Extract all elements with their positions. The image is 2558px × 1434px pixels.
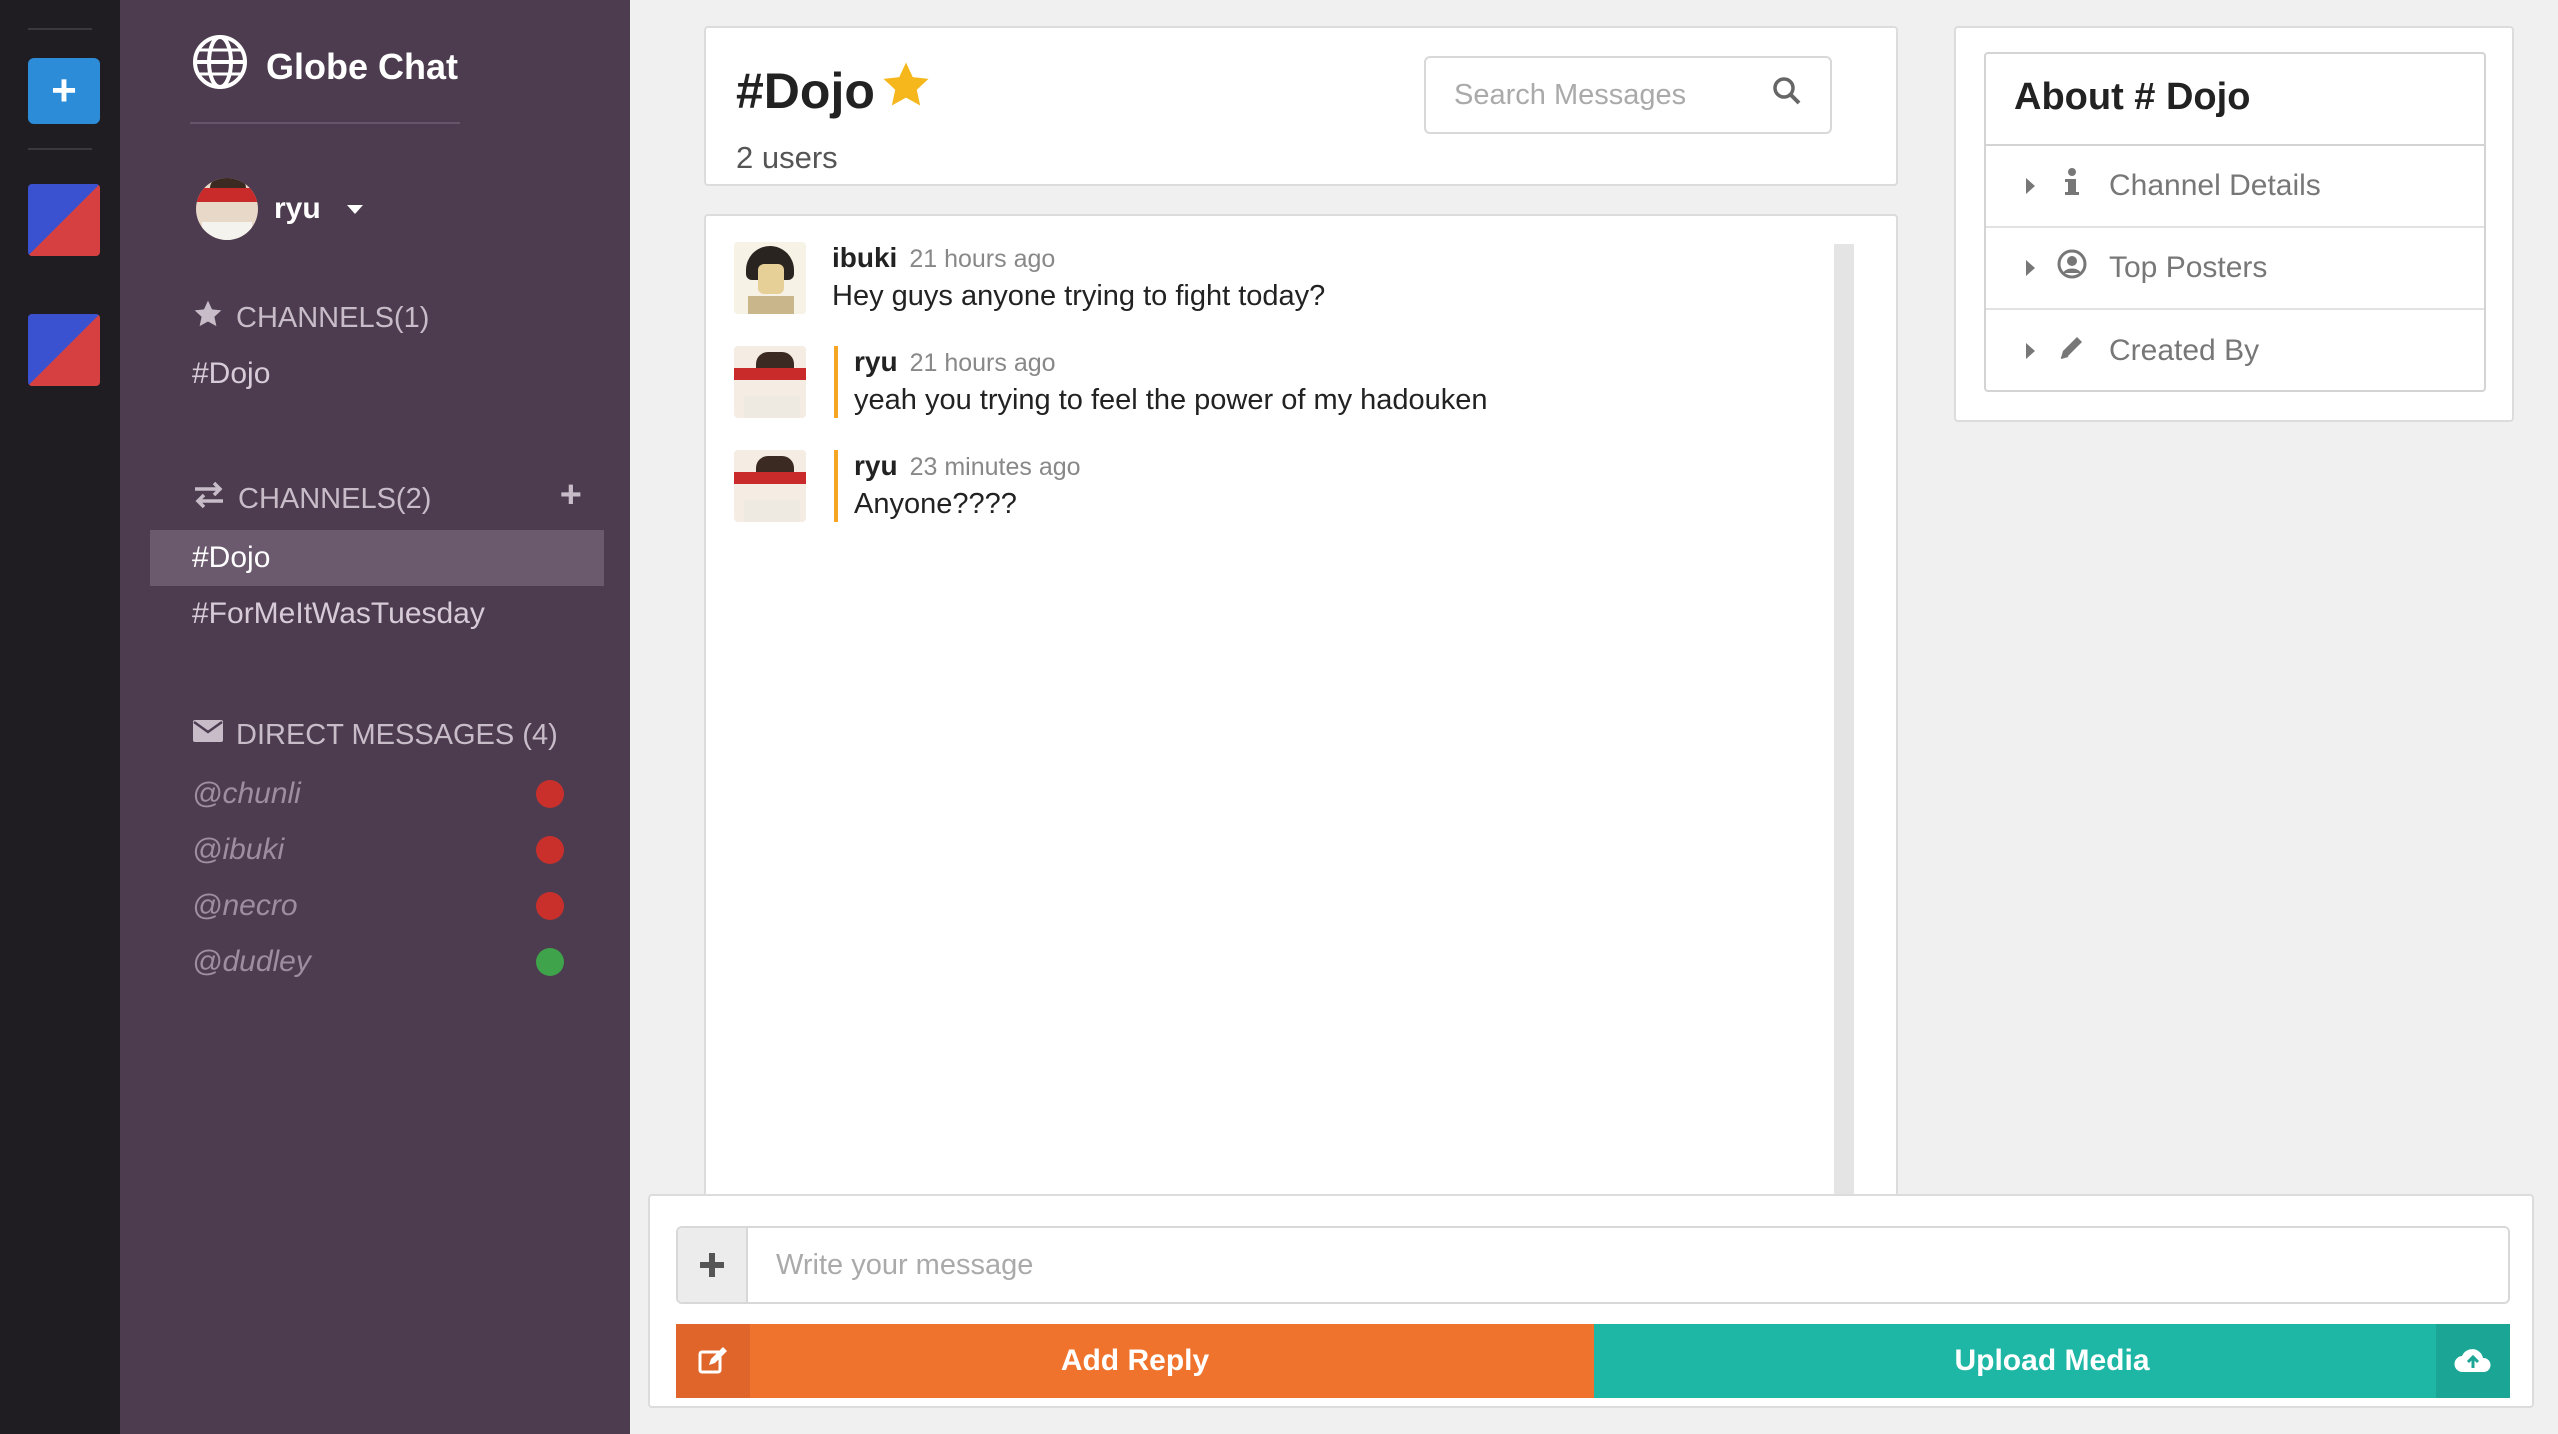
search-icon[interactable] xyxy=(1772,76,1802,114)
sidebar-item-label: #ForMeItWasTuesday xyxy=(192,597,485,630)
user-count: 2 users xyxy=(736,140,838,175)
dm-item-ibuki[interactable]: @ibuki xyxy=(150,822,604,878)
dm-item-chunli[interactable]: @chunli xyxy=(150,766,604,822)
avatar xyxy=(196,178,258,240)
message-timestamp: 21 hours ago xyxy=(909,245,1056,273)
user-circle-icon xyxy=(2057,249,2087,287)
message-author[interactable]: ryu xyxy=(854,450,898,482)
about-panel: About # Dojo Channel Details Top Posters… xyxy=(1954,26,2514,422)
user-menu[interactable]: ryu xyxy=(196,178,363,240)
pencil-icon xyxy=(2057,332,2087,370)
add-reply-button[interactable]: Add Reply xyxy=(676,1324,1594,1398)
channels-header: CHANNELS(2) + xyxy=(192,474,582,518)
sidebar-item-formeitwastuesday[interactable]: #ForMeItWasTuesday xyxy=(150,586,604,642)
add-reply-label: Add Reply xyxy=(1060,1344,1210,1377)
accordion-label: Top Posters xyxy=(2109,251,2268,284)
divider xyxy=(190,122,460,124)
info-icon xyxy=(2057,167,2087,205)
status-dot-offline xyxy=(536,892,564,920)
caret-right-icon xyxy=(2026,343,2035,359)
status-dot-offline xyxy=(536,780,564,808)
rail-divider xyxy=(28,28,92,30)
sidebar-item-label: #Dojo xyxy=(192,357,271,390)
cloud-upload-icon xyxy=(2436,1324,2510,1398)
message-author[interactable]: ibuki xyxy=(832,242,897,274)
edit-icon xyxy=(676,1324,750,1398)
brand-name: Globe Chat xyxy=(266,45,459,87)
sidebar: Globe Chat ryu CHANNELS(1) #Dojo CHANNEL… xyxy=(120,0,630,1434)
about-title: About # Dojo xyxy=(1986,54,2484,146)
add-team-button[interactable]: + xyxy=(28,58,100,124)
status-dot-offline xyxy=(536,836,564,864)
message-text: Anyone???? xyxy=(854,488,1017,520)
dm-label: @dudley xyxy=(192,945,311,978)
brand: Globe Chat xyxy=(192,34,458,99)
dm-label: @chunli xyxy=(192,777,301,810)
message: ryu 21 hours ago yeah you trying to feel… xyxy=(734,346,1488,418)
star-icon[interactable] xyxy=(879,58,933,124)
avatar xyxy=(734,242,806,314)
messages-panel: ibuki 21 hours ago Hey guys anyone tryin… xyxy=(704,214,1898,1224)
message-input[interactable] xyxy=(748,1228,2508,1302)
direct-messages-label: DIRECT MESSAGES (4) xyxy=(236,718,558,751)
message: ibuki 21 hours ago Hey guys anyone tryin… xyxy=(734,242,1325,314)
status-dot-online xyxy=(536,948,564,976)
direct-messages-header: DIRECT MESSAGES (4) xyxy=(192,718,582,752)
rail-divider xyxy=(28,148,92,150)
dm-label: @necro xyxy=(192,889,298,922)
upload-media-label: Upload Media xyxy=(1954,1344,2150,1377)
accordion-label: Channel Details xyxy=(2109,169,2321,202)
scrollbar[interactable] xyxy=(1834,244,1854,1224)
team-icon[interactable] xyxy=(28,314,100,386)
avatar xyxy=(734,450,806,522)
exchange-icon xyxy=(192,480,226,518)
sidebar-item-dojo[interactable]: #Dojo xyxy=(150,530,604,586)
team-icon[interactable] xyxy=(28,184,100,256)
globe-icon xyxy=(192,34,248,99)
accordion-channel-details[interactable]: Channel Details xyxy=(1986,146,2484,228)
dm-item-necro[interactable]: @necro xyxy=(150,878,604,934)
accordion-created-by[interactable]: Created By xyxy=(1986,310,2484,392)
message-text: Hey guys anyone trying to fight today? xyxy=(832,280,1326,312)
message-timestamp: 21 hours ago xyxy=(909,349,1056,377)
caret-right-icon xyxy=(2026,178,2035,194)
search-box[interactable] xyxy=(1424,56,1832,134)
sidebar-item-starred-dojo[interactable]: #Dojo xyxy=(150,346,604,402)
dm-item-dudley[interactable]: @dudley xyxy=(150,934,604,990)
channels-label: CHANNELS(2) xyxy=(238,482,432,515)
accordion-top-posters[interactable]: Top Posters xyxy=(1986,228,2484,310)
accordion-label: Created By xyxy=(2109,334,2260,367)
caret-right-icon xyxy=(2026,260,2035,276)
message-composer: Add Reply Upload Media xyxy=(648,1194,2534,1408)
channel-name: #Dojo xyxy=(736,63,875,119)
starred-channels-label: CHANNELS(1) xyxy=(236,301,430,334)
add-attachment-button[interactable] xyxy=(678,1228,748,1302)
message-timestamp: 23 minutes ago xyxy=(909,453,1081,481)
dm-label: @ibuki xyxy=(192,833,285,866)
team-rail: + xyxy=(0,0,120,1434)
user-name: ryu xyxy=(274,192,321,225)
caret-down-icon xyxy=(346,204,363,214)
message: ryu 23 minutes ago Anyone???? xyxy=(734,450,1081,522)
search-input[interactable] xyxy=(1454,78,1754,112)
add-channel-button[interactable]: + xyxy=(560,474,582,517)
upload-media-button[interactable]: Upload Media xyxy=(1594,1324,2510,1398)
channel-title: #Dojo xyxy=(736,58,933,124)
sidebar-item-label: #Dojo xyxy=(192,541,271,574)
avatar xyxy=(734,346,806,418)
message-text: yeah you trying to feel the power of my … xyxy=(854,384,1488,416)
envelope-icon xyxy=(192,718,224,752)
message-input-group xyxy=(676,1226,2510,1304)
starred-channels-header: CHANNELS(1) xyxy=(192,298,582,338)
star-icon xyxy=(192,298,224,338)
message-author[interactable]: ryu xyxy=(854,346,898,378)
channel-header: #Dojo 2 users xyxy=(704,26,1898,186)
